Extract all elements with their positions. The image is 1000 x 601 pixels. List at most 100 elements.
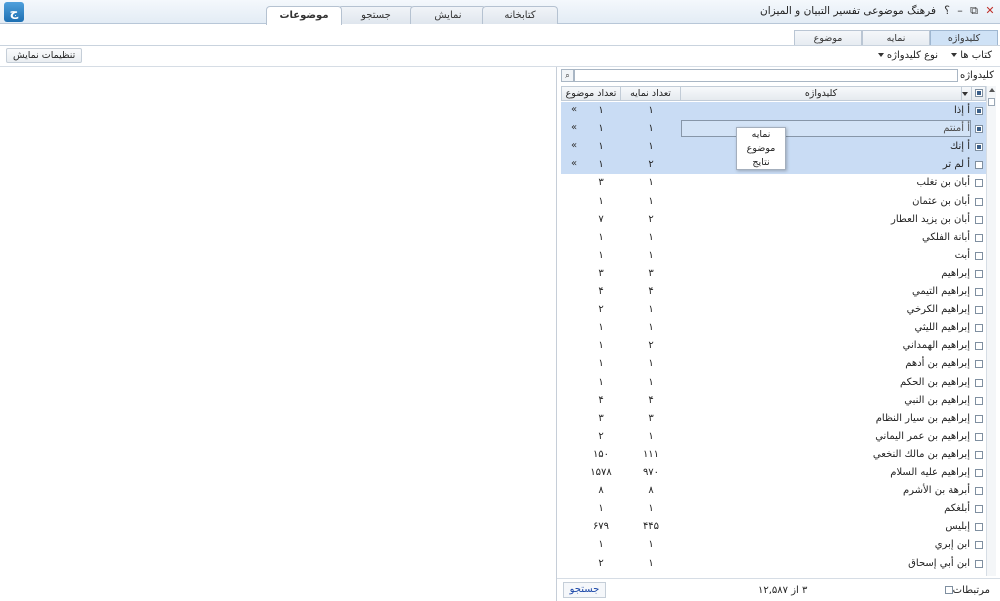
select-all-checkbox[interactable] (975, 89, 983, 97)
scroll-up-icon[interactable] (989, 88, 995, 92)
table-row[interactable]: إبراهيم بن أدهم ١ ١ (561, 355, 986, 373)
books-dropdown[interactable]: کتاب ها (948, 50, 992, 61)
table-row[interactable]: إبراهيم بن سيار النظام ٣ ٣ (561, 410, 986, 428)
row-checkbox[interactable] (975, 523, 983, 532)
display-settings-button[interactable]: تنظیمات نمایش (6, 48, 83, 63)
column-keyword[interactable]: کلیدواژه (680, 87, 961, 100)
context-menu-item-results[interactable]: نتایج (737, 156, 785, 170)
row-checkbox[interactable] (975, 251, 983, 260)
row-checkbox[interactable] (975, 288, 983, 296)
table-row[interactable]: ابن أبي إسحاق ١ ٢ (561, 555, 986, 573)
table-row[interactable]: أبان بن يزيد العطار ٢ ٧ (561, 211, 986, 229)
table-row[interactable]: إبراهيم الهمداني ٢ ١ (561, 337, 986, 355)
minimize-icon[interactable]: – (953, 4, 967, 18)
row-checkbox[interactable] (975, 505, 983, 514)
table-row[interactable]: إبراهيم ٣ ٣ (561, 265, 986, 283)
table-row[interactable]: إبراهيم عليه السلام ٩٧٠ ١۵٧٨ (561, 464, 986, 482)
subtab-topic[interactable]: موضوع (794, 30, 862, 46)
subtab-index[interactable]: نمایه (862, 30, 930, 46)
table-row[interactable]: أبرهة بن الأشرم ٨ ٨ (561, 482, 986, 500)
row-checkbox[interactable] (975, 432, 983, 441)
row-checkbox[interactable] (975, 450, 983, 459)
row-checkbox[interactable] (975, 396, 983, 405)
table-row[interactable]: إبراهيم بن الحكم ١ ١ (561, 374, 986, 392)
header-sort[interactable] (961, 87, 971, 100)
row-keyword: إبراهيم الكرخي (906, 304, 970, 316)
row-topic-count: ١ (598, 340, 604, 352)
vertical-scrollbar[interactable] (986, 86, 996, 576)
table-row[interactable]: إبراهيم بن النبي ۴ ۴ (561, 392, 986, 410)
row-checkbox[interactable] (975, 360, 983, 369)
tab-display[interactable]: نمایش (410, 6, 486, 24)
row-checkbox[interactable] (975, 342, 983, 351)
pane-divider[interactable] (556, 67, 557, 601)
row-checkbox[interactable] (975, 469, 983, 477)
table-row[interactable]: إبراهيم التيمي ۴ ۴ (561, 283, 986, 301)
row-topic-count: ١ (598, 503, 604, 515)
scroll-thumb[interactable] (988, 98, 995, 106)
row-checkbox[interactable] (975, 324, 983, 333)
row-topic-count: ٣ (598, 177, 604, 189)
table-row[interactable]: إبراهيم بن عمر اليماني ١ ٢ (561, 428, 986, 446)
table-row[interactable]: إبليس ۴۴۵ ۶٧٩ (561, 518, 986, 536)
table-row[interactable]: إبراهيم بن مالك النخعي ١١١ ١۵٠ (561, 446, 986, 464)
context-menu-item-topic[interactable]: موضوع (737, 142, 785, 156)
table-row[interactable]: أبلغكم ١ ١ (561, 500, 986, 518)
column-topic-count[interactable]: تعداد موضوع (562, 87, 620, 100)
context-menu-item-index[interactable]: نمایه (737, 128, 785, 142)
close-icon[interactable]: ✕ (983, 4, 997, 18)
related-checkbox[interactable] (944, 586, 953, 594)
expand-more-icon[interactable]: » (571, 140, 577, 151)
row-checkbox[interactable] (975, 541, 983, 550)
search-input[interactable] (574, 69, 958, 82)
tab-search[interactable]: جستجو (338, 6, 414, 24)
divider-line (557, 578, 1000, 579)
table-row[interactable]: إبراهيم الليثي ١ ١ (561, 319, 986, 337)
row-checkbox[interactable] (975, 487, 983, 496)
search-button[interactable]: جستجو (563, 582, 606, 598)
table-row[interactable]: أبان بن تغلب ١ ٣ (561, 174, 986, 192)
row-checkbox[interactable] (975, 269, 983, 278)
row-checkbox[interactable] (975, 378, 983, 387)
restore-icon[interactable]: ⧉ (967, 4, 981, 18)
row-checkbox[interactable] (975, 215, 983, 224)
expand-more-icon[interactable]: » (571, 158, 577, 169)
row-checkbox[interactable] (975, 125, 983, 134)
row-checkbox[interactable] (975, 233, 983, 242)
table-row[interactable]: أبت ١ ١ (561, 247, 986, 265)
row-index-count: ١١١ (642, 448, 660, 460)
expand-more-icon[interactable]: » (571, 122, 577, 133)
search-icon[interactable]: ⌕ (561, 69, 574, 82)
subtab-keyword[interactable]: کلیدواژه (930, 30, 998, 46)
row-checkbox[interactable] (975, 107, 983, 115)
row-topic-count: ١ (598, 358, 604, 370)
row-checkbox[interactable] (975, 143, 983, 152)
row-keyword: إبراهيم بن مالك النخعي (872, 448, 970, 460)
chevron-down-icon (951, 53, 958, 57)
table-row[interactable]: أبان بن عثمان ١ ١ (561, 193, 986, 211)
row-checkbox[interactable] (975, 559, 983, 568)
context-menu: نمایه موضوع نتایج (736, 127, 786, 170)
tab-topics[interactable]: موضوعات (266, 6, 342, 25)
table-row[interactable]: أ إذا ١ ١ » (561, 102, 986, 120)
header-select-all[interactable] (971, 87, 985, 100)
row-keyword: ابن أبي إسحاق (908, 557, 970, 569)
row-checkbox[interactable] (975, 179, 983, 188)
row-checkbox[interactable] (975, 306, 983, 315)
related-toggle[interactable]: مرتبطات (942, 585, 990, 596)
help-icon[interactable]: ؟ (940, 4, 954, 18)
row-index-count: ۴۴۵ (642, 521, 660, 533)
row-keyword: إبراهيم عليه السلام (890, 467, 970, 478)
tab-library[interactable]: کتابخانه (482, 6, 558, 24)
table-row[interactable]: إبراهيم الكرخي ١ ٢ (561, 301, 986, 319)
keyword-type-dropdown[interactable]: نوع کلیدواژه (875, 50, 938, 61)
table-row[interactable]: أبانة الفلكي ١ ١ (561, 229, 986, 247)
column-index-count[interactable]: تعداد نمایه (620, 87, 680, 100)
table-row[interactable]: ابن إبري ١ ١ (561, 536, 986, 554)
row-edit-box[interactable] (681, 120, 971, 137)
row-checkbox[interactable] (975, 414, 983, 423)
expand-more-icon[interactable]: » (571, 104, 577, 115)
row-checkbox[interactable] (975, 161, 983, 170)
row-keyword: إبراهيم بن سيار النظام (875, 412, 970, 424)
row-checkbox[interactable] (975, 197, 983, 206)
